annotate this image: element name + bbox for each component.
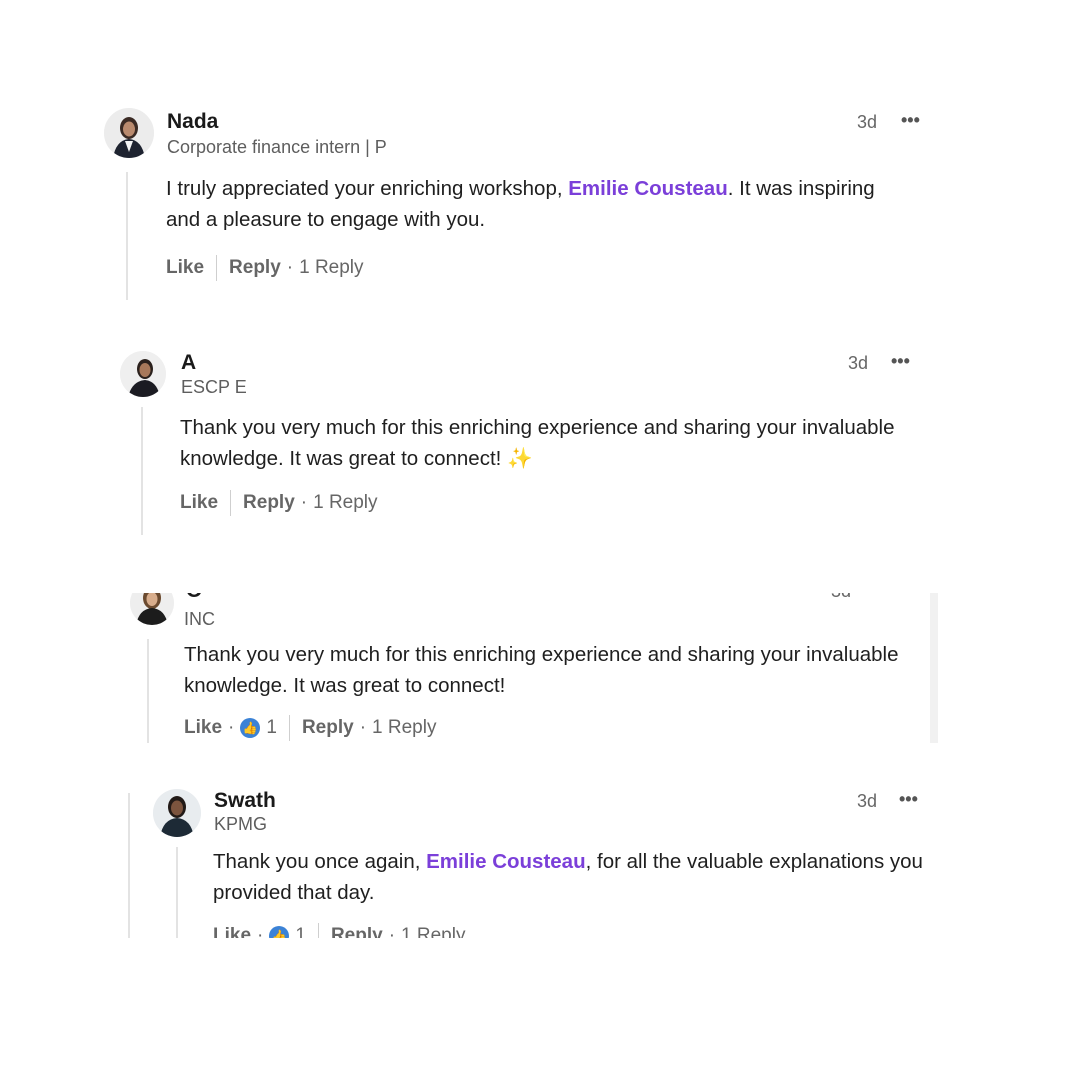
outer-thread-line [128,793,130,938]
comment-text-part: Thank you once again, [213,850,427,873]
separator-dot: · [359,717,367,738]
sparkles-emoji-icon: ✨ [507,447,533,470]
reply-button[interactable]: Reply [243,492,295,514]
commenter-name[interactable]: A [181,351,196,375]
like-button[interactable]: Like [166,257,204,279]
comment-card-1: Nada Corporate finance intern | P 3d •••… [100,100,940,310]
comment-text: Thank you once again, Emilie Cousteau, f… [213,846,923,908]
commenter-headline: Corporate finance intern | P [167,137,387,157]
separator-dot: · [388,925,396,938]
reaction-count[interactable]: 1 [295,925,306,938]
like-button[interactable]: Like [213,925,251,938]
comment-actions: Like Reply · 1 Reply [180,490,378,516]
separator-dot: · [286,257,294,278]
thumbs-up-reaction-icon[interactable]: 👍 [240,718,261,738]
avatar[interactable] [153,789,201,837]
commenter-headline: ESCP E [181,377,247,397]
divider [317,923,319,938]
separator-dot: · [257,925,264,938]
timestamp: 3d [857,791,878,811]
more-options-icon[interactable]: ••• [891,351,910,372]
avatar[interactable] [130,593,174,625]
commenter-name[interactable]: Swath [214,789,276,813]
commenter-name[interactable]: O [186,593,202,603]
reaction-count[interactable]: 1 [266,717,277,739]
comment-card-3: O INC 3d ••• Thank you very much for thi… [120,593,940,743]
comment-actions: Like · 👍 1 Reply · 1 Reply [213,923,465,938]
comment-actions: Like · 👍 1 Reply · 1 Reply [184,715,436,741]
like-button[interactable]: Like [184,717,222,739]
more-options-icon[interactable]: ••• [899,789,918,810]
comment-text-part: Thank you very much for this enriching e… [180,416,895,470]
reply-button[interactable]: Reply [331,925,383,938]
commenter-headline: KPMG [214,814,268,834]
comment-card-2: A ESCP E 3d ••• Thank you very much for … [115,345,925,535]
comment-text: Thank you very much for this enriching e… [184,639,904,701]
commenter-headline: INC [184,609,215,629]
reply-button[interactable]: Reply [302,717,354,739]
more-options-icon[interactable]: ••• [901,110,920,131]
reply-count-link[interactable]: 1 Reply [401,925,465,938]
comment-text: I truly appreciated your enriching works… [166,173,906,235]
divider [230,490,232,516]
comment-text-part: Thank you very much for this enriching e… [184,643,899,697]
divider [288,715,290,741]
avatar[interactable] [120,351,166,397]
scroll-edge-line [930,593,938,743]
timestamp: 3d [857,112,878,132]
avatar[interactable] [104,108,154,158]
thread-line [126,172,128,300]
reply-count-link[interactable]: 1 Reply [372,717,436,739]
comment-text-part: I truly appreciated your enriching works… [166,177,569,200]
mention-link[interactable]: Emilie Cousteau [426,850,586,873]
reply-button[interactable]: Reply [229,257,281,279]
divider [216,255,218,281]
mention-link[interactable]: Emilie Cousteau [568,177,728,200]
thread-line [141,407,143,535]
timestamp: 3d [831,593,851,602]
separator-dot: · [228,717,235,738]
thread-line [176,847,178,938]
like-button[interactable]: Like [180,492,218,514]
separator-dot: · [300,492,308,513]
comment-card-4: Swath KPMG 3d ••• Thank you once again, … [125,787,935,938]
thread-line [147,639,149,743]
timestamp: 3d [848,353,869,373]
comment-actions: Like Reply · 1 Reply [166,255,364,281]
more-options-icon[interactable]: ••• [872,593,891,600]
reply-count-link[interactable]: 1 Reply [313,492,377,514]
comment-text: Thank you very much for this enriching e… [180,412,900,474]
reply-count-link[interactable]: 1 Reply [299,257,363,279]
thumbs-up-reaction-icon[interactable]: 👍 [269,926,290,938]
commenter-name[interactable]: Nada [167,110,218,134]
